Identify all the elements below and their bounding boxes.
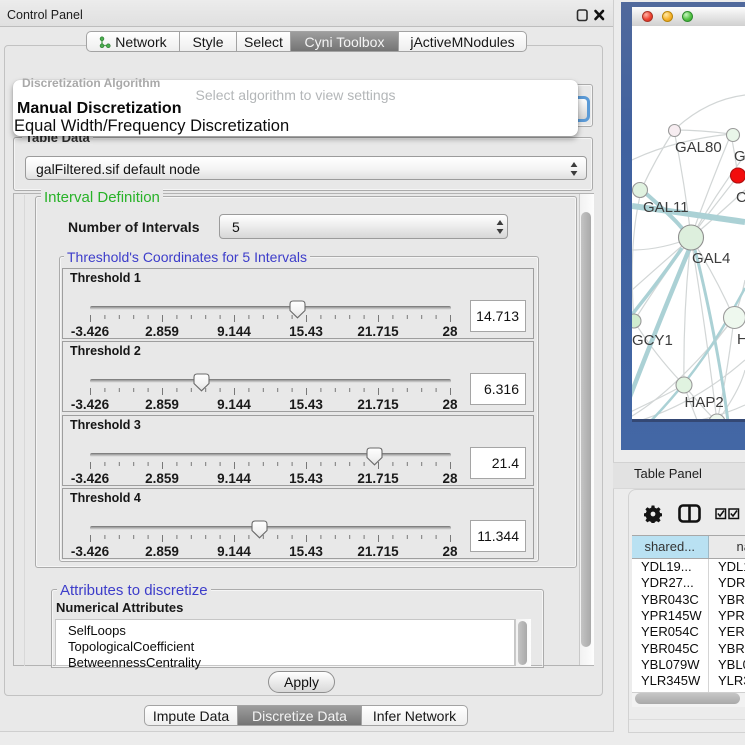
svg-text:GCY1: GCY1 [632, 332, 673, 349]
svg-text:H: H [737, 331, 745, 348]
svg-text:GA: GA [734, 148, 745, 165]
svg-text:GAL80: GAL80 [675, 139, 722, 156]
svg-text:GAL11: GAL11 [643, 199, 689, 216]
svg-text:C: C [736, 189, 745, 206]
svg-text:HAP2: HAP2 [685, 394, 724, 411]
svg-text:GAL4: GAL4 [692, 250, 730, 267]
